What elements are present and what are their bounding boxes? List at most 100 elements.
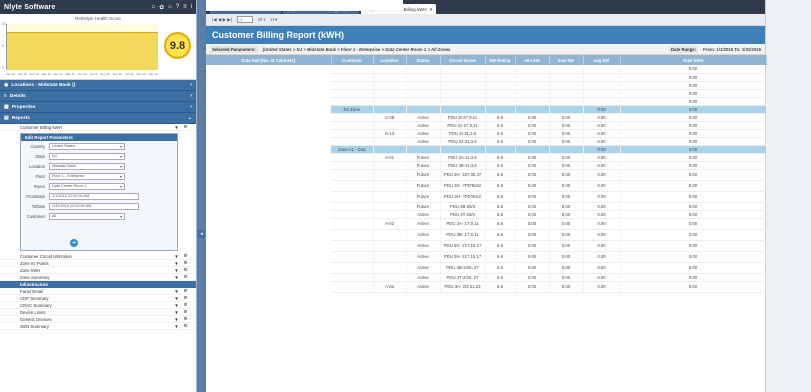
table-cell: Zone A1 - D16 xyxy=(331,145,374,154)
param-input[interactable]: 1/1/2016 12:00:00 AM xyxy=(49,192,139,200)
settings-icon[interactable]: ⚙ xyxy=(181,309,190,315)
settings-icon[interactable]: ⚙ xyxy=(181,124,190,130)
table-cell xyxy=(549,145,584,154)
panel-splitter[interactable]: ◂ xyxy=(197,0,206,392)
table-cell: 0.00 xyxy=(549,210,584,219)
filter-icon[interactable]: ▼ xyxy=(172,296,181,301)
column-header[interactable]: Customer xyxy=(331,55,374,65)
filter-icon[interactable]: ▼ xyxy=(172,324,181,329)
report-item-label: Generic Devices xyxy=(20,316,52,322)
collapse-panel-icon[interactable]: ◂ xyxy=(198,230,205,238)
table-cell: 0.00 xyxy=(515,281,550,293)
column-header[interactable]: kW Rating xyxy=(485,55,516,65)
print-icon[interactable]: ⌂ xyxy=(168,4,172,11)
help-icon[interactable]: ? xyxy=(176,4,179,11)
column-header[interactable]: Location xyxy=(373,55,407,65)
table-cell xyxy=(485,105,516,114)
accordion-properties-label: Properties xyxy=(11,104,36,110)
x-tick: Dec 16 xyxy=(148,72,158,76)
settings-icon[interactable]: ⚙ xyxy=(181,295,190,301)
settings-icon[interactable]: ✿ xyxy=(159,4,164,11)
table-cell: 0.00 xyxy=(620,240,767,252)
table-row: A-02 Active PDU 3A- 17,9,11 6.6 0.00 0.00 0.00… xyxy=(206,0,767,230)
report-item[interactable]: Zone kWH ▼ ⚙ xyxy=(0,267,196,274)
param-select[interactable]: Midstate Bank xyxy=(49,162,125,170)
column-header[interactable]: Circuit Name xyxy=(440,55,486,65)
pager-nav-icon[interactable]: |◀ ◀ ▶ ▶| xyxy=(212,17,232,23)
table-cell: 0.00 xyxy=(549,113,584,122)
filter-icon[interactable]: ▼ xyxy=(172,275,181,280)
menu-icon[interactable]: ≡ xyxy=(183,4,187,11)
filter-icon[interactable]: ▼ xyxy=(172,317,181,322)
param-input[interactable]: 1/31/2016 12:00:00 AM xyxy=(49,202,139,210)
filter-icon[interactable]: ▼ xyxy=(172,289,181,294)
report-item[interactable]: Customer Billing kWH ▼ ⚙ xyxy=(0,124,196,131)
export-button[interactable]: H ▾ xyxy=(270,17,277,23)
table-cell xyxy=(485,81,516,90)
table-cell xyxy=(515,89,550,98)
report-item[interactable]: Panel Detail ▼ ⚙ xyxy=(0,288,196,295)
info-icon[interactable]: i xyxy=(191,4,192,11)
accordion-reports[interactable]: ▤ Reports ⌄ xyxy=(0,113,196,124)
table-cell: Future xyxy=(406,180,441,192)
column-header[interactable]: Data Hall (No. of Cabinets) xyxy=(206,55,332,65)
filter-icon[interactable]: ▼ xyxy=(172,261,181,266)
report-item[interactable]: Generic Devices ▼ ⚙ xyxy=(0,316,196,323)
filter-icon[interactable]: ▼ xyxy=(172,254,181,259)
table-cell: 0.00 xyxy=(549,229,584,241)
report-item[interactable]: CRAC Summary ▼ ⚙ xyxy=(0,302,196,309)
accordion-locations[interactable]: ◉ Locations - Midstate Bank () › xyxy=(0,80,196,91)
settings-icon[interactable]: ⚙ xyxy=(181,288,190,294)
accordion-details[interactable]: ≡ Details › xyxy=(0,91,196,102)
report-item[interactable]: Customer Circuit Utilization ▼ ⚙ xyxy=(0,253,196,260)
report-item[interactable]: GEN Summary ▼ ⚙ xyxy=(0,323,196,330)
table-cell xyxy=(373,210,407,219)
table-cell: 0.00 xyxy=(583,229,621,241)
settings-icon[interactable]: ⚙ xyxy=(181,323,190,329)
page-number-input[interactable]: 1 xyxy=(236,16,253,23)
home-icon[interactable]: ⌂ xyxy=(152,4,156,11)
filter-icon[interactable]: ▼ xyxy=(172,268,181,273)
table-cell xyxy=(373,273,407,282)
table-cell: 0.00 xyxy=(515,121,550,130)
table-cell: 0.00 xyxy=(620,153,767,162)
column-header[interactable]: avg kW xyxy=(583,55,621,65)
settings-icon[interactable]: ⚙ xyxy=(181,274,190,280)
filter-icon[interactable]: ▼ xyxy=(172,125,181,130)
table-cell: 0.00 xyxy=(515,129,550,138)
settings-icon[interactable]: ⚙ xyxy=(181,260,190,266)
filter-icon[interactable]: ▼ xyxy=(172,303,181,308)
table-cell: No Zone xyxy=(331,105,374,114)
settings-icon[interactable]: ⚙ xyxy=(181,267,190,273)
accordion-properties[interactable]: ▦ Properties › xyxy=(0,102,196,113)
table-cell xyxy=(331,210,374,219)
table-cell: 0.00 xyxy=(620,191,767,203)
param-select[interactable]: United States xyxy=(49,142,125,150)
settings-icon[interactable]: ⚙ xyxy=(181,302,190,308)
report-item[interactable]: CDP Summary ▼ ⚙ xyxy=(0,295,196,302)
report-item[interactable]: Zone Summary ▼ ⚙ xyxy=(0,274,196,281)
settings-icon[interactable]: ⚙ xyxy=(181,316,190,322)
column-header[interactable]: min kW xyxy=(515,55,550,65)
table-cell: PDU 3I-27,9,11 xyxy=(440,113,486,122)
table-cell: 6.6 xyxy=(485,240,516,252)
close-icon[interactable]: × xyxy=(430,7,433,12)
param-select[interactable]: Floor 1 - Enterprise xyxy=(49,172,125,180)
param-select[interactable]: All xyxy=(49,212,125,220)
table-cell xyxy=(331,81,374,90)
table-cell: PDU 3T-2/25, 27 xyxy=(440,273,486,282)
column-header[interactable]: Total kWH xyxy=(620,55,767,65)
param-select[interactable]: NJ xyxy=(49,152,125,160)
column-header[interactable]: Status xyxy=(406,55,441,65)
run-report-button[interactable]: ➜ xyxy=(70,239,78,247)
table-cell: PDU 3G- ?PDTest2 xyxy=(440,180,486,192)
param-select[interactable]: Data Center Room 1 xyxy=(49,182,125,190)
table-cell: 6.6 xyxy=(485,161,516,170)
report-item[interactable]: Zone IO Points ▼ ⚙ xyxy=(0,260,196,267)
settings-icon[interactable]: ⚙ xyxy=(181,253,190,259)
report-item[interactable]: Device Limits ▼ ⚙ xyxy=(0,309,196,316)
table-cell: 0.00 xyxy=(620,202,767,211)
param-label: ToDate xyxy=(31,203,45,209)
column-header[interactable]: max kW xyxy=(549,55,584,65)
filter-icon[interactable]: ▼ xyxy=(172,310,181,315)
